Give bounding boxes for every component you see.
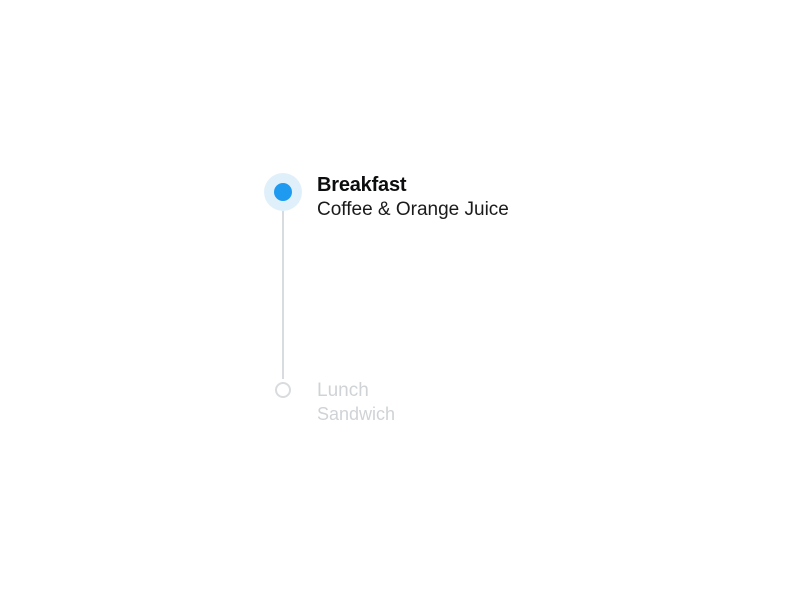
timeline-content: Lunch Sandwich (303, 380, 395, 427)
timeline: Breakfast Coffee & Orange Juice Lunch Sa… (263, 173, 509, 427)
timeline-content: Breakfast Coffee & Orange Juice (303, 173, 509, 223)
dot-active-icon (264, 173, 302, 211)
dot-inactive-icon (275, 382, 291, 398)
dot-active-inner-icon (274, 183, 292, 201)
timeline-item-subtitle: Sandwich (317, 403, 395, 426)
timeline-item-inactive[interactable]: Lunch Sandwich (263, 380, 509, 427)
timeline-dot-container (263, 380, 303, 398)
timeline-item-title: Breakfast (317, 173, 509, 197)
timeline-item-subtitle: Coffee & Orange Juice (317, 198, 509, 223)
timeline-connector (282, 207, 284, 379)
timeline-item-active[interactable]: Breakfast Coffee & Orange Juice (263, 173, 509, 223)
timeline-item-title: Lunch (317, 380, 395, 403)
timeline-dot-container (263, 173, 303, 211)
